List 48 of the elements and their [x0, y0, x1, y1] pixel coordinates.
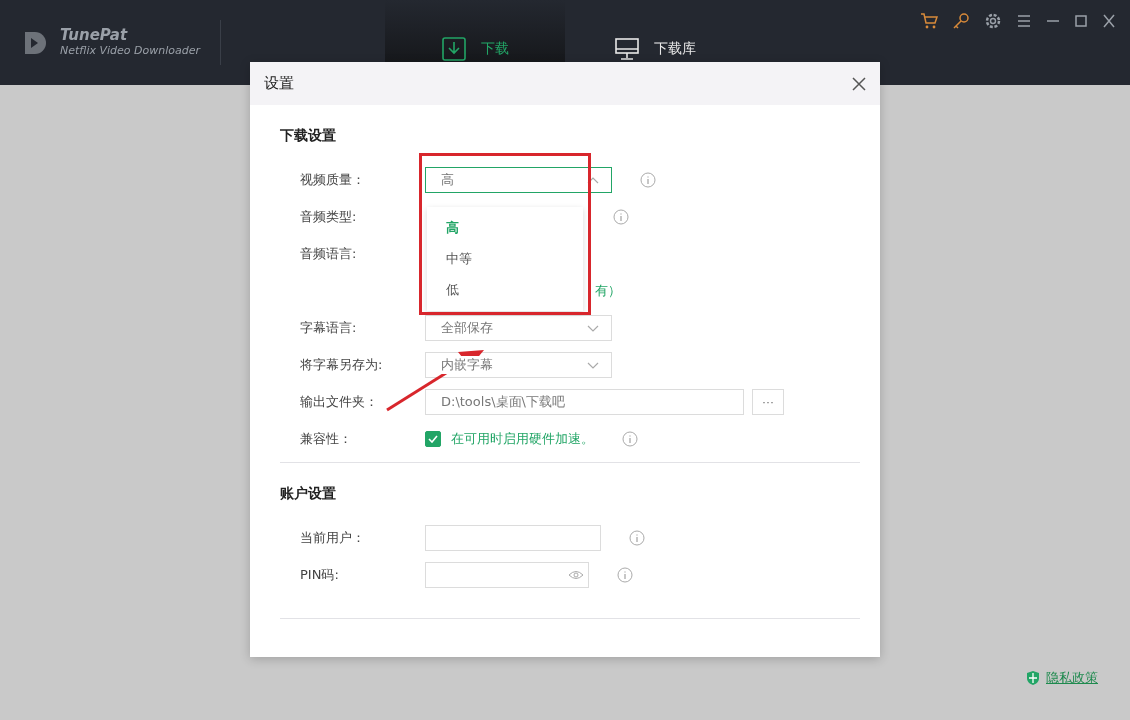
download-icon	[441, 35, 467, 62]
dropdown-option[interactable]: 高	[427, 219, 583, 238]
note-text: 有）	[595, 282, 621, 300]
dropdown-option[interactable]: 低	[427, 280, 583, 299]
privacy-link[interactable]: 隐私政策	[1026, 669, 1098, 687]
info-icon[interactable]	[617, 567, 633, 583]
dropdown-option[interactable]: 中等	[427, 250, 583, 268]
section-title: 账户设置	[280, 485, 337, 503]
password-field[interactable]	[425, 562, 589, 588]
dialog-title: 设置	[264, 74, 294, 93]
close-icon[interactable]	[852, 76, 866, 91]
app-name: TunePat	[60, 27, 129, 44]
shield-icon	[1026, 670, 1040, 686]
field-label: 兼容性：	[300, 430, 353, 448]
field-label: PIN码:	[300, 566, 340, 584]
info-icon[interactable]	[622, 431, 638, 447]
monitor-icon	[614, 35, 640, 62]
folder-path-field[interactable]: D:\tools\桌面\下载吧	[425, 389, 744, 415]
select-field[interactable]: 全部保存	[425, 315, 612, 341]
field-label: 输出文件夹：	[300, 393, 379, 411]
eye-icon[interactable]	[568, 570, 584, 580]
field-label: 将字幕另存为:	[300, 356, 384, 374]
info-icon[interactable]	[613, 209, 629, 225]
checkbox[interactable]	[425, 431, 441, 447]
browse-button[interactable]: ···	[752, 389, 784, 415]
checkbox-label: 在可用时启用硬件加速。	[451, 430, 594, 448]
input-field[interactable]	[425, 525, 601, 551]
field-label: 视频质量：	[300, 171, 366, 189]
nav-tab[interactable]: 下载库	[565, 0, 745, 85]
field-label: 字幕语言:	[300, 319, 358, 337]
key-icon[interactable]	[952, 12, 970, 30]
settings-icon[interactable]	[984, 12, 1002, 30]
close-icon[interactable]	[1102, 12, 1116, 30]
info-icon[interactable]	[629, 530, 645, 546]
chevron-icon	[587, 361, 599, 369]
field-label: 音频语言:	[300, 245, 358, 263]
menu-icon[interactable]	[1016, 12, 1032, 30]
chevron-icon	[587, 324, 599, 332]
select-field[interactable]: 高	[425, 167, 612, 193]
cart-icon[interactable]	[920, 12, 938, 30]
section-title: 下载设置	[280, 127, 337, 145]
checkmark-icon	[428, 435, 438, 443]
app-subtitle: Netflix Video Downloader	[60, 44, 200, 58]
field-label: 音频类型:	[300, 208, 358, 226]
field-label: 当前用户：	[300, 529, 366, 547]
select-field[interactable]: 内嵌字幕	[425, 352, 612, 378]
maximize-icon[interactable]	[1074, 12, 1088, 30]
info-icon[interactable]	[640, 172, 656, 188]
